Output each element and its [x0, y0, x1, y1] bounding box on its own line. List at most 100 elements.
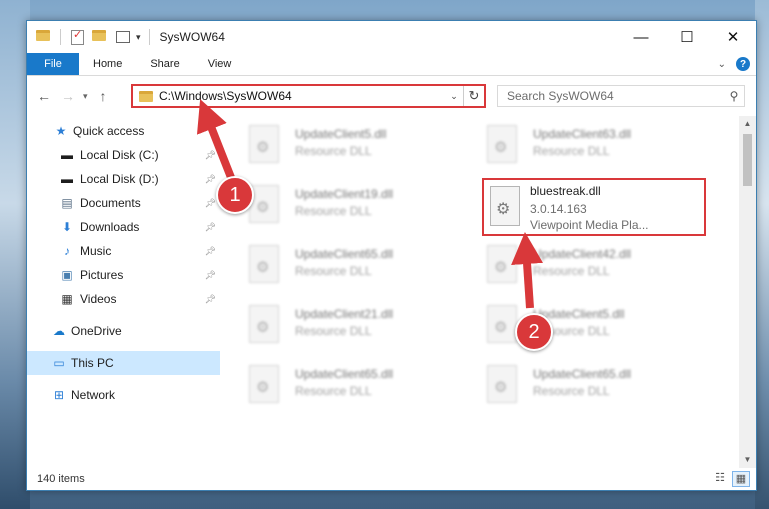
file-tile[interactable]: UpdateClient65.dll Resource DLL: [221, 239, 441, 291]
file-type: Resource DLL: [295, 204, 372, 218]
nav-item-downloads[interactable]: ⬇ Downloads 📌︎: [27, 215, 220, 239]
tab-share[interactable]: Share: [136, 53, 193, 75]
navigation-pane: ★ Quick access ▬ Local Disk (C:) 📌︎ ▬ Lo…: [27, 116, 220, 468]
dll-file-icon: [487, 305, 517, 343]
file-type: Resource DLL: [533, 144, 610, 158]
pin-icon: 📌︎: [204, 221, 216, 232]
pin-icon: 📌︎: [204, 245, 216, 256]
address-bar[interactable]: C:\Windows\SysWOW64 ⌄ ↻: [131, 84, 486, 108]
nav-item-pictures[interactable]: ▣ Pictures 📌︎: [27, 263, 220, 287]
nav-item-local-disk-c[interactable]: ▬ Local Disk (C:) 📌︎: [27, 143, 220, 167]
file-name: UpdateClient19.dll: [295, 187, 394, 201]
new-folder-icon[interactable]: [92, 30, 108, 44]
selected-file-tile[interactable]: bluestreak.dll 3.0.14.163 Viewpoint Medi…: [482, 178, 706, 236]
nav-item-music[interactable]: ♪ Music 📌︎: [27, 239, 220, 263]
callout-badge-1: 1: [216, 176, 254, 214]
expand-ribbon-icon[interactable]: ⌄: [718, 59, 726, 70]
titlebar-separator: [148, 29, 150, 45]
tab-file[interactable]: File: [27, 53, 79, 75]
file-tile[interactable]: UpdateClient19.dll Resource DLL: [221, 179, 441, 231]
nav-item-videos[interactable]: ▦ Videos 📌︎: [27, 287, 220, 311]
search-icon[interactable]: ⚲: [724, 89, 744, 103]
address-dropdown-icon[interactable]: ⌄: [445, 86, 464, 106]
quick-access-toolbar-dropdown-icon[interactable]: ▾: [136, 32, 141, 43]
selected-file-name: bluestreak.dll: [530, 184, 601, 198]
nav-item-label: Downloads: [80, 220, 140, 234]
videos-icon: ▦: [61, 292, 73, 306]
scroll-thumb[interactable]: [743, 134, 752, 186]
tab-view[interactable]: View: [194, 53, 246, 75]
file-tile[interactable]: UpdateClient65.dll Resource DLL: [459, 359, 679, 411]
file-name: UpdateClient63.dll: [533, 127, 632, 141]
close-button[interactable]: ✕: [710, 21, 756, 53]
nav-item-label: Pictures: [80, 268, 124, 282]
folder-icon: [139, 90, 153, 102]
properties-icon[interactable]: [71, 28, 84, 45]
drive-icon: ▬: [61, 172, 73, 186]
nav-item-documents[interactable]: ▤ Documents 📌︎: [27, 191, 220, 215]
title-bar: ▾ SysWOW64 — ☐ ✕: [27, 21, 756, 53]
nav-item-label: Network: [71, 388, 116, 402]
window-title: SysWOW64: [159, 30, 225, 44]
file-tile[interactable]: UpdateClient21.dll Resource DLL: [221, 299, 441, 351]
tab-home[interactable]: Home: [79, 53, 136, 75]
file-tile[interactable]: UpdateClient5.dll Resource DLL: [459, 299, 679, 351]
nav-item-label: Music: [80, 244, 112, 258]
search-input[interactable]: Search SysWOW64 ⚲: [497, 85, 745, 107]
dll-file-icon: [249, 125, 279, 163]
nav-item-onedrive[interactable]: ☁ OneDrive: [27, 319, 220, 343]
maximize-button[interactable]: ☐: [664, 21, 710, 53]
scroll-up-icon[interactable]: ▲: [739, 116, 756, 132]
pin-icon: 📌︎: [204, 197, 216, 208]
refresh-icon[interactable]: ↻: [464, 88, 484, 104]
file-name: UpdateClient21.dll: [295, 307, 394, 321]
nav-item-local-disk-d[interactable]: ▬ Local Disk (D:) 📌︎: [27, 167, 220, 191]
file-type: Resource DLL: [533, 264, 610, 278]
nav-item-label: OneDrive: [71, 324, 122, 338]
dll-file-icon: [249, 365, 279, 403]
nav-item-this-pc[interactable]: ▭ This PC: [27, 351, 220, 375]
recent-locations-dropdown-icon[interactable]: ▾: [83, 91, 88, 102]
back-arrow-icon[interactable]: ←: [37, 88, 51, 104]
nav-item-network[interactable]: ⊞ Network: [27, 383, 220, 407]
documents-icon: ▤: [61, 196, 73, 210]
music-icon: ♪: [64, 244, 70, 258]
address-row: ← → ▾ ↑ C:\Windows\SysWOW64 ⌄ ↻ Search S…: [27, 76, 756, 116]
content-area: ★ Quick access ▬ Local Disk (C:) 📌︎ ▬ Lo…: [27, 116, 756, 468]
callout-badge-2: 2: [515, 313, 553, 351]
large-icons-view-icon[interactable]: ▦: [732, 471, 750, 487]
nav-item-label: Videos: [80, 292, 117, 306]
downloads-icon: ⬇: [61, 220, 73, 234]
nav-item-label: This PC: [71, 356, 114, 370]
nav-item-label: Local Disk (D:): [80, 172, 159, 186]
file-tile[interactable]: UpdateClient5.dll Resource DLL: [221, 119, 441, 171]
file-type: Resource DLL: [295, 384, 372, 398]
file-tile[interactable]: UpdateClient63.dll Resource DLL: [459, 119, 679, 171]
address-path[interactable]: C:\Windows\SysWOW64: [159, 89, 445, 103]
folder-icon: [36, 30, 52, 44]
search-placeholder[interactable]: Search SysWOW64: [507, 89, 724, 103]
file-tile[interactable]: UpdateClient65.dll Resource DLL: [221, 359, 441, 411]
minimize-button[interactable]: —: [618, 21, 664, 53]
file-name: UpdateClient65.dll: [533, 367, 632, 381]
status-bar: 140 items ☷ ▦: [27, 468, 756, 490]
star-icon: ★: [55, 124, 67, 138]
up-arrow-icon[interactable]: ↑: [100, 88, 107, 104]
file-name: UpdateClient42.dll: [533, 247, 632, 261]
help-icon[interactable]: ?: [736, 57, 750, 71]
pin-icon: 📌︎: [204, 173, 216, 184]
forward-arrow-icon[interactable]: →: [61, 88, 75, 104]
vertical-scrollbar[interactable]: ▲ ▼: [739, 116, 756, 468]
file-type: Resource DLL: [295, 264, 372, 278]
file-type: Resource DLL: [295, 144, 372, 158]
file-type: Resource DLL: [295, 324, 372, 338]
scroll-down-icon[interactable]: ▼: [739, 452, 756, 468]
dll-file-icon: [490, 186, 520, 226]
quick-access[interactable]: ★ Quick access: [27, 119, 220, 143]
file-tile[interactable]: UpdateClient42.dll Resource DLL: [459, 239, 679, 291]
details-view-icon[interactable]: ☷: [712, 471, 728, 485]
customize-view-icon[interactable]: [116, 31, 130, 43]
explorer-window: ▾ SysWOW64 — ☐ ✕ File Home Share View ⌄ …: [26, 20, 757, 491]
selected-file-version: 3.0.14.163: [530, 202, 587, 216]
pictures-icon: ▣: [61, 268, 73, 282]
